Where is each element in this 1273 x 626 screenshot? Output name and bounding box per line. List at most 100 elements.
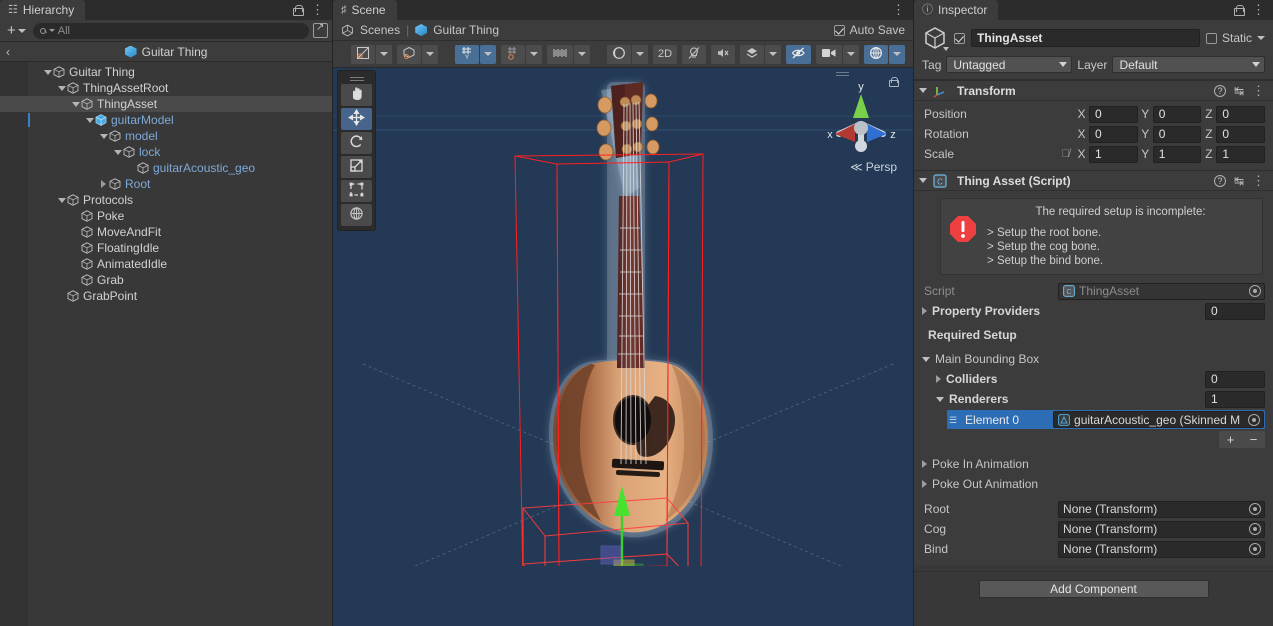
view-tool[interactable] (341, 84, 373, 106)
transform-rotation-x-field[interactable]: 0 (1089, 125, 1138, 143)
camera-settings[interactable] (816, 44, 843, 64)
grid-snapping[interactable] (501, 44, 526, 64)
gameobject-cube-icon[interactable] (922, 25, 950, 51)
open-in-new-window-icon[interactable] (313, 22, 329, 38)
hierarchy-item-moveandfit[interactable]: MoveAndFit (0, 224, 332, 240)
root-objectfield[interactable]: None (Transform) (1058, 500, 1266, 518)
foldout-arrow-icon[interactable] (919, 178, 928, 183)
scene-viewport[interactable]: y x z ≪ Persp (333, 68, 914, 626)
hierarchy-item-protocols[interactable]: Protocols (0, 192, 332, 208)
rect-tool[interactable] (341, 180, 373, 202)
transform-position-x-field[interactable]: 0 (1089, 105, 1138, 123)
scene-visibility-toggle[interactable] (786, 44, 812, 64)
poke-in-animation-row[interactable]: Poke In Animation (914, 454, 1273, 474)
gameobject-enabled-checkbox[interactable] (954, 32, 966, 44)
foldout-arrow-icon[interactable] (70, 101, 81, 107)
scene-toolbar[interactable]: Y 2D (333, 41, 914, 68)
scene-audio-toggle[interactable] (711, 44, 736, 64)
renderer-element-row[interactable]: ☰ Element 0 guitarAcoustic_geo (Skinned … (947, 410, 1266, 429)
layer-dropdown[interactable]: Default (1112, 56, 1266, 73)
scenes-label[interactable]: Scenes (360, 23, 400, 37)
autosave-group[interactable]: Auto Save (833, 23, 905, 37)
kebab-menu-icon[interactable]: ⋮ (1252, 84, 1265, 97)
add-element-button[interactable]: + (1219, 431, 1242, 448)
scene-visibility-cam[interactable] (397, 44, 422, 64)
search-input[interactable]: All (32, 22, 310, 39)
property-providers-count[interactable]: 0 (1205, 302, 1266, 320)
main-bounding-box-row[interactable]: Main Bounding Box (914, 349, 1273, 369)
scene-visibility-cam-dropdown[interactable] (422, 44, 439, 64)
colliders-count[interactable]: 0 (1205, 370, 1266, 388)
breadcrumb-stage[interactable]: Guitar Thing (0, 45, 332, 59)
gizmos-toggle-dropdown[interactable] (889, 44, 906, 64)
preset-icon[interactable]: ↹ (1234, 174, 1244, 188)
remove-element-button[interactable]: − (1242, 431, 1265, 448)
object-picker-icon[interactable] (1248, 413, 1261, 426)
scene-lighting-dropdown[interactable] (632, 44, 649, 64)
thingasset-component-header[interactable]: C Thing Asset (Script) ? ↹ ⋮ (914, 170, 1273, 191)
bind-objectfield[interactable]: None (Transform) (1058, 540, 1266, 558)
preset-icon[interactable]: ↹ (1234, 84, 1244, 98)
renderer-element-objectfield[interactable]: guitarAcoustic_geo (Skinned M (1053, 411, 1265, 428)
object-picker-icon[interactable] (1249, 503, 1262, 515)
transform-scale-z-field[interactable]: 1 (1216, 145, 1266, 163)
snap-increment-dropdown[interactable] (574, 44, 591, 64)
tab-inspector[interactable]: ⓘ Inspector (914, 0, 999, 20)
foldout-arrow-icon[interactable] (936, 375, 942, 383)
help-icon[interactable]: ? (1213, 174, 1226, 187)
gizmo-overlay-drag-handle[interactable] (836, 72, 850, 73)
constrain-proportions-off-icon[interactable]: 👁̸ (1058, 148, 1073, 160)
snap-increment[interactable] (547, 44, 574, 64)
transform-position-z-field[interactable]: 0 (1216, 105, 1266, 123)
kebab-menu-icon[interactable]: ⋮ (1252, 174, 1265, 187)
hierarchy-item-grab[interactable]: Grab (0, 272, 332, 288)
kebab-menu-icon[interactable]: ⋮ (1252, 3, 1265, 16)
hierarchy-item-lock[interactable]: lock (0, 144, 332, 160)
hierarchy-item-guitar-thing[interactable]: Guitar Thing (0, 64, 332, 80)
hierarchy-item-root[interactable]: Root (0, 176, 332, 192)
hierarchy-item-guitaracoustic-geo[interactable]: guitarAcoustic_geo (0, 160, 332, 176)
gizmos-toggle[interactable] (864, 44, 889, 64)
transform-scale-x-field[interactable]: 1 (1089, 145, 1138, 163)
fx-toggle-dropdown[interactable] (765, 44, 782, 64)
colliders-row[interactable]: Colliders 0 (914, 369, 1273, 389)
camera-settings-dropdown[interactable] (843, 44, 860, 64)
grid-visibility[interactable]: Y (455, 44, 480, 64)
tab-hierarchy[interactable]: ☷ Hierarchy (0, 0, 86, 20)
help-icon[interactable]: ? (1213, 84, 1226, 97)
transform-position-y-field[interactable]: 0 (1152, 105, 1202, 123)
draw-mode-shaded[interactable] (351, 44, 376, 64)
projection-mode[interactable]: ≪ Persp (850, 160, 897, 174)
hierarchy-item-model[interactable]: model (0, 128, 332, 144)
transform-tool[interactable] (341, 204, 373, 226)
autosave-checkbox[interactable] (833, 24, 845, 36)
overlay-drag-handle[interactable] (349, 77, 364, 78)
rotate-tool[interactable] (341, 132, 373, 154)
property-providers-row[interactable]: Property Providers 0 (914, 301, 1273, 321)
add-component-button[interactable]: Add Component (978, 580, 1209, 598)
hierarchy-item-grabpoint[interactable]: GrabPoint (0, 288, 332, 304)
tag-dropdown[interactable]: Untagged (946, 56, 1073, 73)
foldout-arrow-icon[interactable] (922, 460, 928, 468)
foldout-arrow-icon[interactable] (84, 117, 95, 123)
static-checkbox[interactable] (1206, 32, 1217, 44)
hierarchy-item-poke[interactable]: Poke (0, 208, 332, 224)
scene-lighting-toggle[interactable] (682, 44, 707, 64)
foldout-arrow-icon[interactable] (922, 356, 931, 362)
hierarchy-item-floatingidle[interactable]: FloatingIdle (0, 240, 332, 256)
grid-visibility-dropdown[interactable] (480, 44, 497, 64)
foldout-arrow-icon[interactable] (922, 307, 928, 315)
gameobject-name-field[interactable]: ThingAsset (971, 29, 1200, 47)
drag-handle-icon[interactable]: ☰ (949, 415, 959, 424)
poke-out-animation-row[interactable]: Poke Out Animation (914, 474, 1273, 494)
stage-label[interactable]: Guitar Thing (433, 23, 499, 37)
foldout-arrow-icon[interactable] (98, 180, 109, 188)
foldout-arrow-icon[interactable] (56, 85, 67, 91)
transform-component-header[interactable]: Transform ? ↹ ⋮ (914, 80, 1273, 101)
toggle-2d[interactable]: 2D (653, 44, 678, 64)
foldout-arrow-icon[interactable] (98, 133, 109, 139)
transform-scale-y-field[interactable]: 1 (1152, 145, 1202, 163)
renderers-count[interactable]: 1 (1205, 390, 1266, 408)
breadcrumb-back-icon[interactable]: ‹ (6, 45, 10, 59)
foldout-arrow-icon[interactable] (936, 396, 945, 402)
